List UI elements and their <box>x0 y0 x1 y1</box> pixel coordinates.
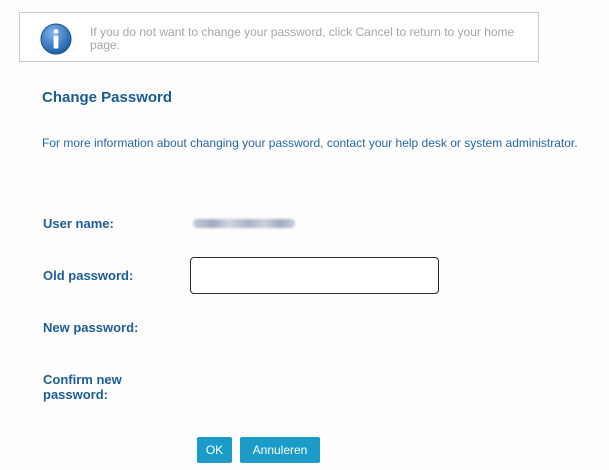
old-password-label: Old password: <box>43 268 134 283</box>
info-message-text: If you do not want to change your passwo… <box>90 25 515 52</box>
ok-button[interactable]: OK <box>197 437 232 463</box>
info-icon <box>40 23 72 55</box>
intro-text: For more information about changing your… <box>42 136 578 150</box>
info-message-box: If you do not want to change your passwo… <box>19 12 539 62</box>
new-password-label: New password: <box>43 320 139 335</box>
old-password-input[interactable] <box>190 257 439 294</box>
user-name-value <box>193 219 295 228</box>
user-name-label: User name: <box>43 216 114 231</box>
cancel-button[interactable]: Annuleren <box>240 437 320 463</box>
confirm-password-label: Confirm new password: <box>43 372 122 402</box>
page-title: Change Password <box>42 89 173 106</box>
change-password-page: If you do not want to change your passwo… <box>0 0 609 470</box>
